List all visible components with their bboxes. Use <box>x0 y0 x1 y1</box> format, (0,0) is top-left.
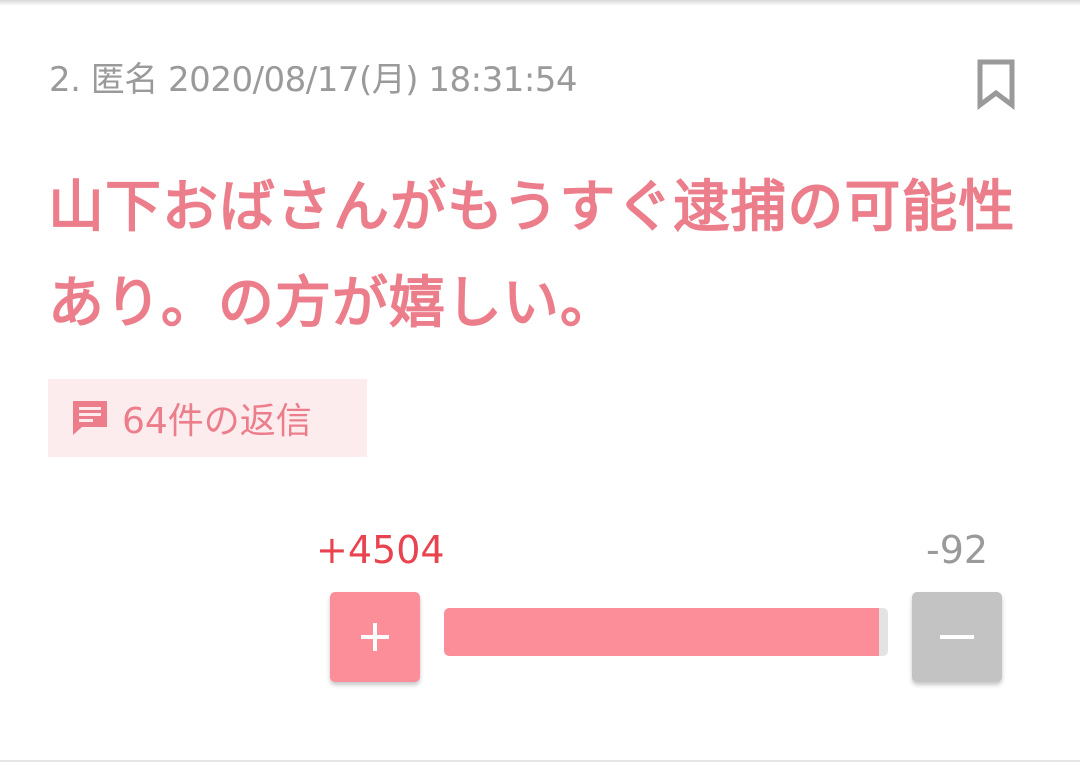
reply-button[interactable]: 64件の返信 <box>48 379 367 457</box>
minus-icon <box>940 635 974 639</box>
minus-vote-count: -92 <box>926 528 989 572</box>
bookmark-icon[interactable] <box>976 58 1016 110</box>
plus-vote-count: +4504 <box>316 528 445 572</box>
vote-ratio-bar <box>444 608 888 656</box>
bottom-divider <box>0 760 1080 762</box>
comment-icon <box>70 398 110 438</box>
plus-vote-button[interactable] <box>330 592 420 682</box>
comment-text: 山下おばさんがもうすぐ逮捕の可能性あり。の方が嬉しい。 <box>48 175 1016 336</box>
vote-ratio-fill <box>444 608 880 656</box>
reply-count-label: 64件の返信 <box>122 401 312 442</box>
plus-icon <box>361 623 389 651</box>
top-shadow <box>0 0 1080 6</box>
comment-meta: 2. 匿名 2020/08/17(月) 18:31:54 <box>49 60 578 100</box>
minus-vote-button[interactable] <box>912 592 1002 682</box>
